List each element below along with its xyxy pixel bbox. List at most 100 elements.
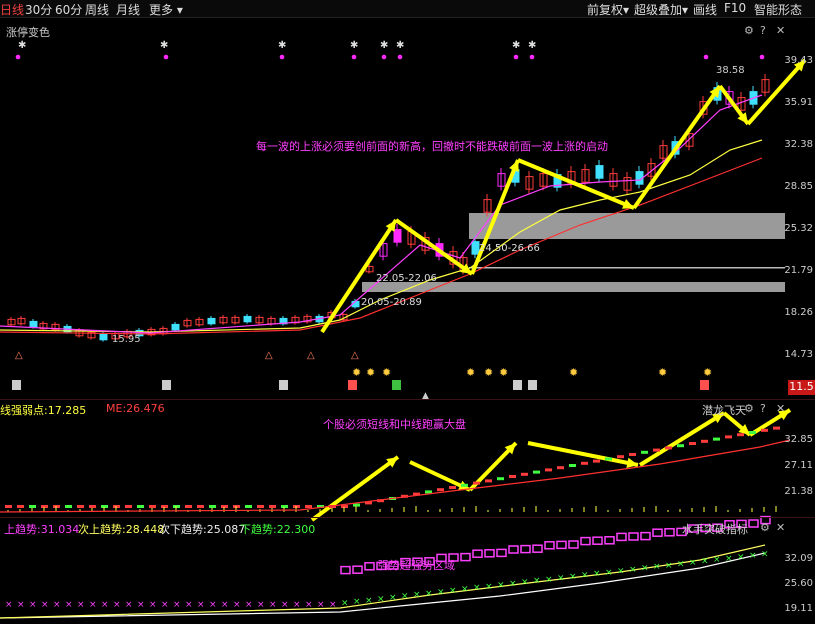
sub2-marker: × [233, 600, 241, 610]
y-label: 14.73 [784, 349, 813, 360]
y-label: 27.11 [784, 460, 813, 471]
signal-dot [513, 54, 519, 60]
sub2-candle [460, 552, 471, 562]
sub1-candle [425, 490, 432, 494]
help-icon[interactable]: ? [760, 402, 766, 415]
signal-star-icon: ✹ [366, 366, 375, 379]
candle-body [29, 320, 38, 328]
sub1-candle [713, 437, 720, 441]
y-label: 21.79 [784, 265, 813, 276]
sub2-marker: × [653, 562, 661, 572]
sub2-marker: × [113, 600, 121, 610]
sub2-marker: × [101, 600, 109, 610]
sub2-marker: × [761, 550, 769, 560]
sub2-marker: × [581, 571, 589, 581]
candle-body [393, 229, 402, 243]
signal-star-icon: ✱ [512, 40, 520, 51]
trend-arrow [638, 411, 726, 467]
settings-icon[interactable]: ⚙ [760, 521, 770, 534]
signal-star-icon: ✱ [160, 40, 168, 51]
sub2-marker: × [77, 600, 85, 610]
sub2-candle [748, 519, 759, 528]
sub1-title: 潜龙飞天 [702, 404, 746, 417]
signal-star-icon: ✹ [382, 366, 391, 379]
sub2-candle [340, 565, 351, 575]
sub2-marker: × [137, 600, 145, 610]
candle-body [471, 241, 480, 255]
sub1-candle [185, 505, 192, 508]
signal-star-icon: ✹ [499, 366, 508, 379]
sub2-candle [592, 536, 603, 545]
sub2-marker: × [521, 578, 529, 588]
sub2-marker: × [257, 600, 265, 610]
sub2-marker: × [305, 600, 313, 610]
sub1-candle [437, 488, 444, 492]
sub1-candle [701, 439, 708, 443]
sub2-candle [628, 532, 639, 541]
signal-badge [528, 380, 537, 390]
candle-body [99, 333, 108, 341]
sub1-candle [5, 505, 12, 508]
main-annotation: 每一波的上涨必须要创前面的新高，回撤时不能跌破前面一波上涨的启动 [256, 140, 608, 153]
sub2-marker: × [161, 600, 169, 610]
up-trend-label: 上趋势:31.034 [4, 523, 80, 536]
warning-triangle-icon: △ [351, 350, 359, 361]
close-icon[interactable]: ✕ [776, 24, 785, 37]
sub2-marker: × [701, 557, 709, 567]
warning-triangle-icon: △ [307, 350, 315, 361]
signal-dot [163, 54, 169, 60]
sub1-candle [737, 433, 744, 437]
settings-icon[interactable]: ⚙ [744, 24, 754, 37]
signal-dot [15, 54, 21, 60]
sub2-marker: × [689, 558, 697, 568]
price-zone-line [469, 267, 785, 269]
sub1-candle [557, 466, 564, 470]
y-label: 32.09 [784, 553, 813, 564]
sub2-marker: × [293, 600, 301, 610]
signal-badge [162, 380, 171, 390]
sub1-candle [137, 505, 144, 508]
sub2-marker: × [617, 566, 625, 576]
sub2-marker: × [593, 569, 601, 579]
sub1-candle [473, 481, 480, 485]
sub2-marker: × [329, 600, 337, 610]
sub1-candle [197, 505, 204, 508]
help-icon[interactable]: ? [760, 24, 766, 37]
signal-dot [529, 54, 535, 60]
sub1-candle [665, 446, 672, 450]
close-icon[interactable]: ✕ [776, 521, 785, 534]
sub2-marker: × [629, 565, 637, 575]
sub2-marker: × [341, 599, 349, 609]
sub2-candle [352, 565, 363, 574]
sub2-candle [520, 544, 531, 554]
y-label: 21.38 [784, 486, 813, 497]
sub1-candle [29, 505, 36, 508]
y-label: 32.38 [784, 139, 813, 150]
trend-arrow [310, 455, 400, 522]
sub2-marker: × [497, 580, 505, 590]
sub2-marker: × [173, 600, 181, 610]
signal-dot [279, 54, 285, 60]
sub2-marker: × [185, 600, 193, 610]
signal-badge [348, 380, 357, 390]
signal-star-icon: ✱ [18, 40, 26, 51]
sub1-me-line [0, 439, 791, 513]
panel-divider [0, 517, 815, 518]
sub1-candle [749, 431, 756, 434]
sub2-candle [544, 541, 555, 550]
sub2-marker: × [65, 600, 73, 610]
settings-icon[interactable]: ⚙ [744, 402, 754, 415]
sub1-candle [653, 448, 660, 452]
signal-dot [351, 54, 357, 60]
y-label: 25.60 [784, 578, 813, 589]
sub1-annotation: 个股必须短线和中线跑赢大盘 [323, 418, 466, 431]
sub1-candle [593, 459, 600, 463]
next-down-trend-label: 次下趋势:25.087 [159, 523, 246, 536]
signal-star-icon: ✹ [466, 366, 475, 379]
signal-star-icon: ✱ [278, 40, 286, 51]
sub1-candle [629, 453, 636, 456]
sub2-marker: × [41, 600, 49, 610]
sub2-marker: × [209, 600, 217, 610]
sub1-candle [761, 428, 768, 432]
close-icon[interactable]: ✕ [776, 402, 785, 415]
